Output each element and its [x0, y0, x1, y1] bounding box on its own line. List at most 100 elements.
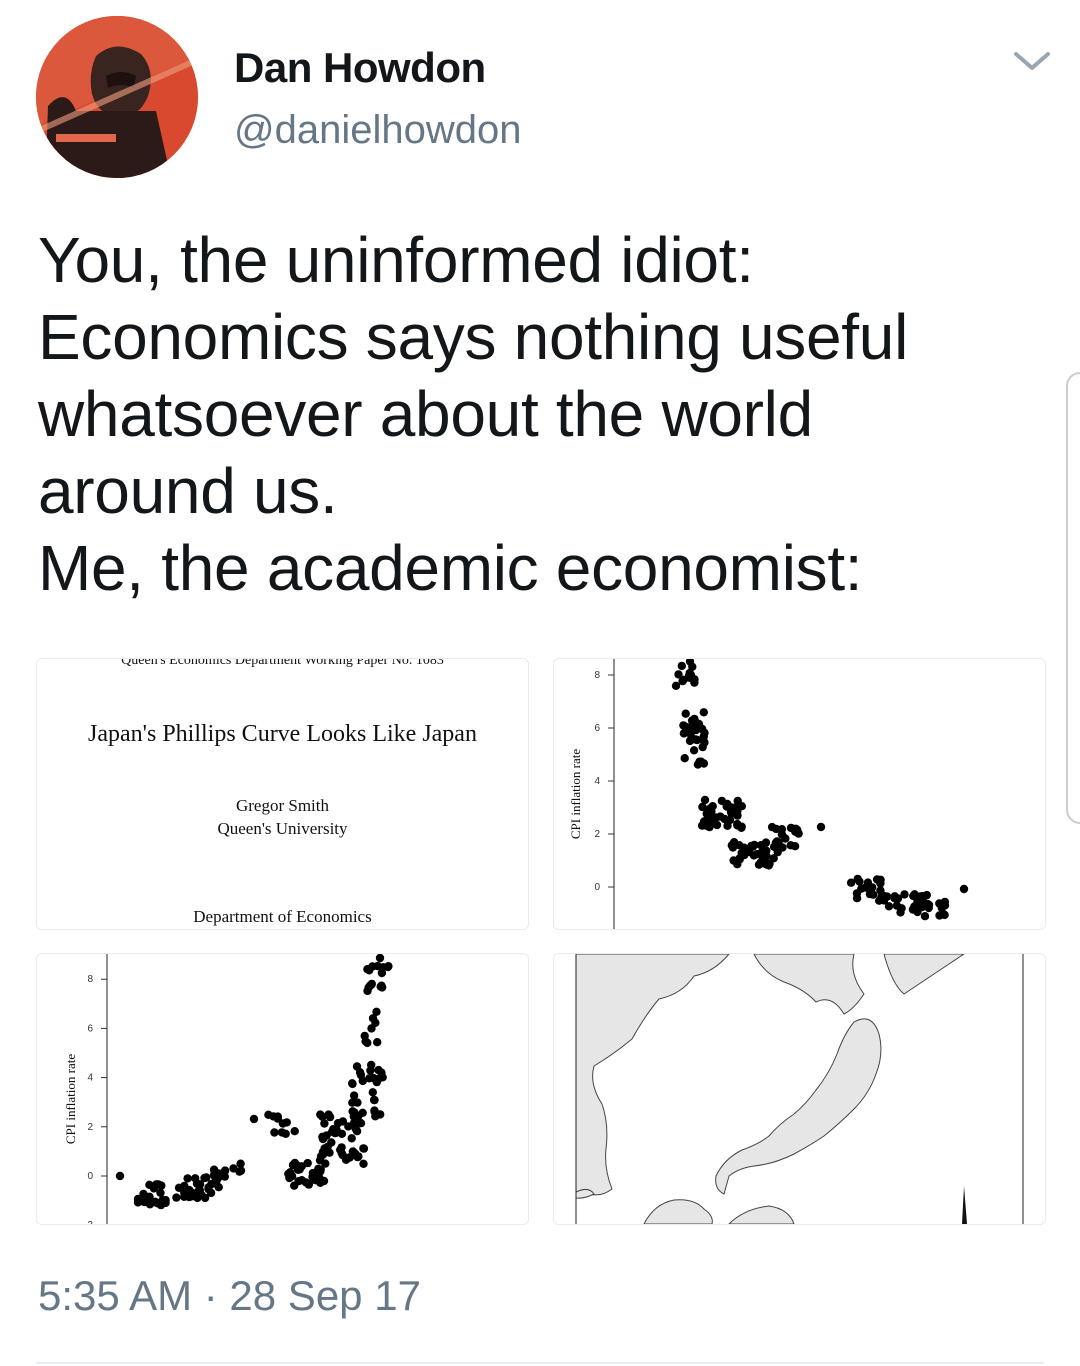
scatter-point — [352, 1062, 362, 1071]
scatter-point — [684, 672, 694, 681]
media-scatter-rotated[interactable]: CPI inflation rate 8 6 4 2 0 — [553, 658, 1046, 930]
scatter-point — [158, 1195, 167, 1205]
scatter-point — [876, 875, 885, 884]
scatter-point — [367, 1060, 376, 1070]
y-tick-label: 8 — [594, 670, 600, 681]
scatter-point — [693, 735, 702, 745]
scatter-point — [290, 1127, 299, 1136]
scatter-point — [677, 661, 686, 671]
scatter-point — [679, 721, 688, 730]
scatter-point — [140, 1197, 149, 1207]
scatter-point — [281, 1129, 290, 1138]
scatter-point — [287, 1172, 297, 1181]
scatter-point — [717, 796, 727, 806]
scatter-point — [270, 1128, 279, 1137]
scatter-point — [700, 795, 710, 805]
scrollbar-handle[interactable] — [1066, 372, 1080, 824]
scatter-point — [959, 884, 969, 894]
scatter-point — [711, 813, 721, 822]
scatter-point — [358, 1076, 367, 1086]
scatter-point — [674, 670, 683, 679]
media-map-japan[interactable] — [553, 953, 1046, 1225]
scatter-point — [115, 1171, 125, 1181]
scatter-point — [700, 728, 709, 737]
scatter-point — [321, 1159, 330, 1168]
scatter-point — [363, 965, 372, 974]
scatter-point — [794, 829, 803, 838]
paper-affiliation: Queen's University — [217, 819, 348, 838]
y-tick-label: 2 — [594, 829, 600, 840]
scatter-point — [354, 1112, 363, 1121]
scatter-point — [282, 1118, 291, 1127]
scatter-point — [940, 910, 949, 920]
tweet-text: You, the uninformed idiot: Economics say… — [38, 222, 1048, 607]
scatter-point — [347, 1134, 356, 1143]
scatter-point — [383, 962, 393, 972]
scatter-point — [884, 902, 894, 911]
scatter-point — [369, 1095, 379, 1105]
scatter-point — [320, 1119, 329, 1128]
y-tick-label: 6 — [594, 723, 600, 734]
y-tick-label: -2 — [84, 1220, 93, 1224]
avatar[interactable] — [36, 16, 198, 178]
scatter-point — [744, 847, 754, 857]
author-handle[interactable]: @danielhowdon — [234, 108, 521, 153]
tweet-line: Me, the academic economist: — [38, 532, 863, 604]
scatter-point — [338, 1117, 348, 1126]
point-group — [115, 954, 393, 1210]
scatter-point — [750, 840, 759, 850]
scatter-point — [790, 842, 800, 851]
scatter-point — [183, 1174, 192, 1183]
y-axis-label: CPI inflation rate — [568, 749, 583, 839]
scatter-point — [273, 1112, 282, 1121]
scatter-point — [332, 1125, 341, 1135]
scatter-point — [374, 1065, 383, 1075]
media-paper-title[interactable]: Queen's Economics Department Working Pap… — [36, 658, 529, 930]
scatter-point — [181, 1185, 190, 1194]
scatter-point — [290, 1181, 299, 1190]
scatter-point — [364, 983, 373, 992]
scatter-point — [375, 954, 385, 963]
scatter-point — [764, 861, 773, 870]
scatter-point — [689, 746, 699, 755]
scatter-point — [680, 754, 689, 763]
scatter-point — [249, 1114, 259, 1124]
tweet-line: You, the uninformed idiot: — [38, 224, 754, 296]
scatter-point — [149, 1184, 159, 1193]
scatter-point — [301, 1178, 311, 1187]
scatter-point — [698, 742, 707, 752]
scatter-point — [318, 1134, 328, 1144]
y-tick-group: 8 6 4 2 0 — [594, 670, 614, 893]
scatter-point — [918, 891, 927, 901]
chevron-down-icon[interactable] — [1008, 44, 1056, 78]
working-paper-number: Queen's Economics Department Working Pap… — [121, 658, 444, 668]
scatter-point — [348, 1098, 357, 1107]
y-tick-label: 0 — [594, 882, 600, 893]
scatter-point — [352, 1127, 362, 1136]
scatter-point — [367, 1024, 376, 1033]
avatar-image — [36, 16, 198, 178]
scatter-point — [919, 901, 928, 910]
scatter-point — [325, 1112, 335, 1122]
y-tick-label: 0 — [87, 1171, 93, 1182]
scatter-point — [705, 804, 715, 813]
scatter-point — [323, 1142, 332, 1151]
author-name[interactable]: Dan Howdon — [234, 44, 486, 92]
scatter-point — [679, 729, 689, 738]
scatter-point — [685, 736, 695, 746]
scatter-point — [202, 1173, 211, 1182]
scatter-point — [852, 889, 862, 898]
scatter-point — [777, 825, 787, 834]
tweet-timestamp[interactable]: 5:35 AM · 28 Sep 17 — [38, 1272, 421, 1320]
tweet-line: around us. — [38, 455, 338, 527]
y-tick-label: 8 — [87, 974, 93, 985]
paper-page: Queen's Economics Department Working Pap… — [37, 659, 528, 929]
media-scatter-standard[interactable]: CPI inflation rate 8 6 4 2 0 -2 — [36, 953, 529, 1225]
paper-author: Gregor Smith — [235, 796, 330, 815]
scatter-point — [316, 1167, 325, 1176]
scatter-point — [370, 1107, 379, 1116]
scatter-point — [733, 860, 742, 869]
scatter-point — [920, 912, 930, 921]
scatter-point — [363, 1038, 372, 1048]
divider — [36, 1362, 1044, 1364]
